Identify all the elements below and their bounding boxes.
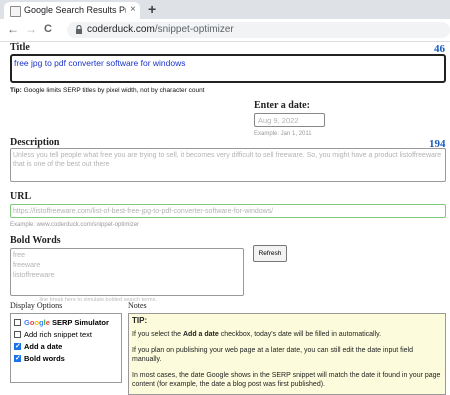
notes-tip-title: TIP:: [132, 316, 148, 325]
notes-p1-bold: Add a date: [182, 331, 219, 338]
back-arrow-icon[interactable]: ←: [7, 22, 19, 36]
url-example: Example: www.coderduck.com/snippet-optim…: [10, 222, 140, 228]
date-input[interactable]: Aug 9, 2022: [254, 113, 325, 127]
rich-snippet-checkbox[interactable]: [14, 331, 21, 338]
bold-words-option-label: Bold words: [24, 354, 65, 363]
lock-icon: [75, 24, 83, 36]
notes-paragraph-3: In most cases, the date Google shows in …: [132, 372, 441, 388]
title-tip-label: Tip:: [10, 87, 22, 94]
title-input-value: free jpg to pdf converter software for w…: [14, 58, 186, 68]
serp-simulator-label: SERP Simulator: [49, 318, 109, 327]
title-tip: Tip: Google limits SERP titles by pixel …: [10, 87, 205, 94]
reload-icon[interactable]: C: [44, 23, 52, 35]
description-textarea[interactable]: Unless you tell people what free you are…: [10, 148, 446, 182]
address-bar[interactable]: coderduck.com/snippet-optimizer: [67, 22, 450, 38]
notes-label: Notes: [128, 301, 147, 310]
option-bold-words[interactable]: Bold words: [11, 353, 121, 365]
date-label: Enter a date:: [254, 100, 310, 111]
notes-paragraph-1: If you select the Add a date checkbox, t…: [132, 330, 442, 339]
tab-close-icon[interactable]: ×: [130, 4, 136, 15]
rich-snippet-label: Add rich snippet text: [24, 330, 92, 339]
description-label: Description: [10, 137, 60, 148]
bold-word-2: freeware: [13, 262, 41, 269]
notes-p1-suffix: checkbox, today's date will be filled in…: [218, 331, 382, 338]
option-rich-snippet[interactable]: Add rich snippet text: [11, 329, 121, 341]
bold-words-label: Bold Words: [10, 235, 61, 246]
option-add-date[interactable]: Add a date: [11, 341, 121, 353]
browser-tab[interactable]: Google Search Results Preview T ×: [4, 2, 140, 19]
forward-arrow-icon[interactable]: →: [25, 22, 37, 36]
url-input-value: https://listoffreeware.com/list-of-best-…: [13, 208, 274, 215]
url-input[interactable]: https://listoffreeware.com/list-of-best-…: [10, 204, 446, 218]
title-input[interactable]: free jpg to pdf converter software for w…: [10, 54, 446, 83]
title-tip-text: Google limits SERP titles by pixel width…: [23, 87, 205, 94]
notes-p1-prefix: If you select the: [132, 331, 183, 338]
bold-word-3: listoffreeware: [13, 272, 55, 279]
url-label: URL: [10, 191, 32, 202]
serp-simulator-checkbox[interactable]: [14, 319, 21, 326]
refresh-button[interactable]: Refresh: [253, 245, 287, 262]
notes-panel: TIP: If you select the Add a date checkb…: [128, 313, 446, 395]
bold-words-textarea[interactable]: free freeware listoffreeware: [10, 248, 244, 296]
title-label: Title: [10, 42, 30, 53]
browser-nav-bar: ← → C coderduck.com/snippet-optimizer: [0, 19, 450, 42]
display-options-panel: Google SERP Simulator Add rich snippet t…: [10, 313, 122, 383]
add-date-label: Add a date: [24, 342, 63, 351]
date-input-value: Aug 9, 2022: [258, 116, 299, 125]
address-url: coderduck.com/snippet-optimizer: [87, 24, 234, 35]
option-serp-simulator[interactable]: Google SERP Simulator: [11, 317, 121, 329]
browser-tab-title: Google Search Results Preview T: [24, 5, 126, 15]
browser-tab-bar: Google Search Results Preview T × +: [0, 0, 450, 19]
url-host: coderduck.com: [87, 24, 155, 35]
url-path: /snippet-optimizer: [154, 24, 234, 35]
page-favicon-icon: [10, 6, 21, 17]
add-date-checkbox[interactable]: [14, 341, 21, 353]
notes-paragraph-2: If you plan on publishing your web page …: [132, 347, 413, 363]
new-tab-icon[interactable]: +: [148, 1, 156, 17]
bold-words-checkbox[interactable]: [14, 353, 21, 365]
description-textarea-value: Unless you tell people what free you are…: [13, 152, 442, 168]
bold-word-1: free: [13, 252, 26, 259]
display-options-label: Display Options: [10, 301, 63, 310]
date-example: Example: Jan 1, 2011: [254, 131, 312, 137]
